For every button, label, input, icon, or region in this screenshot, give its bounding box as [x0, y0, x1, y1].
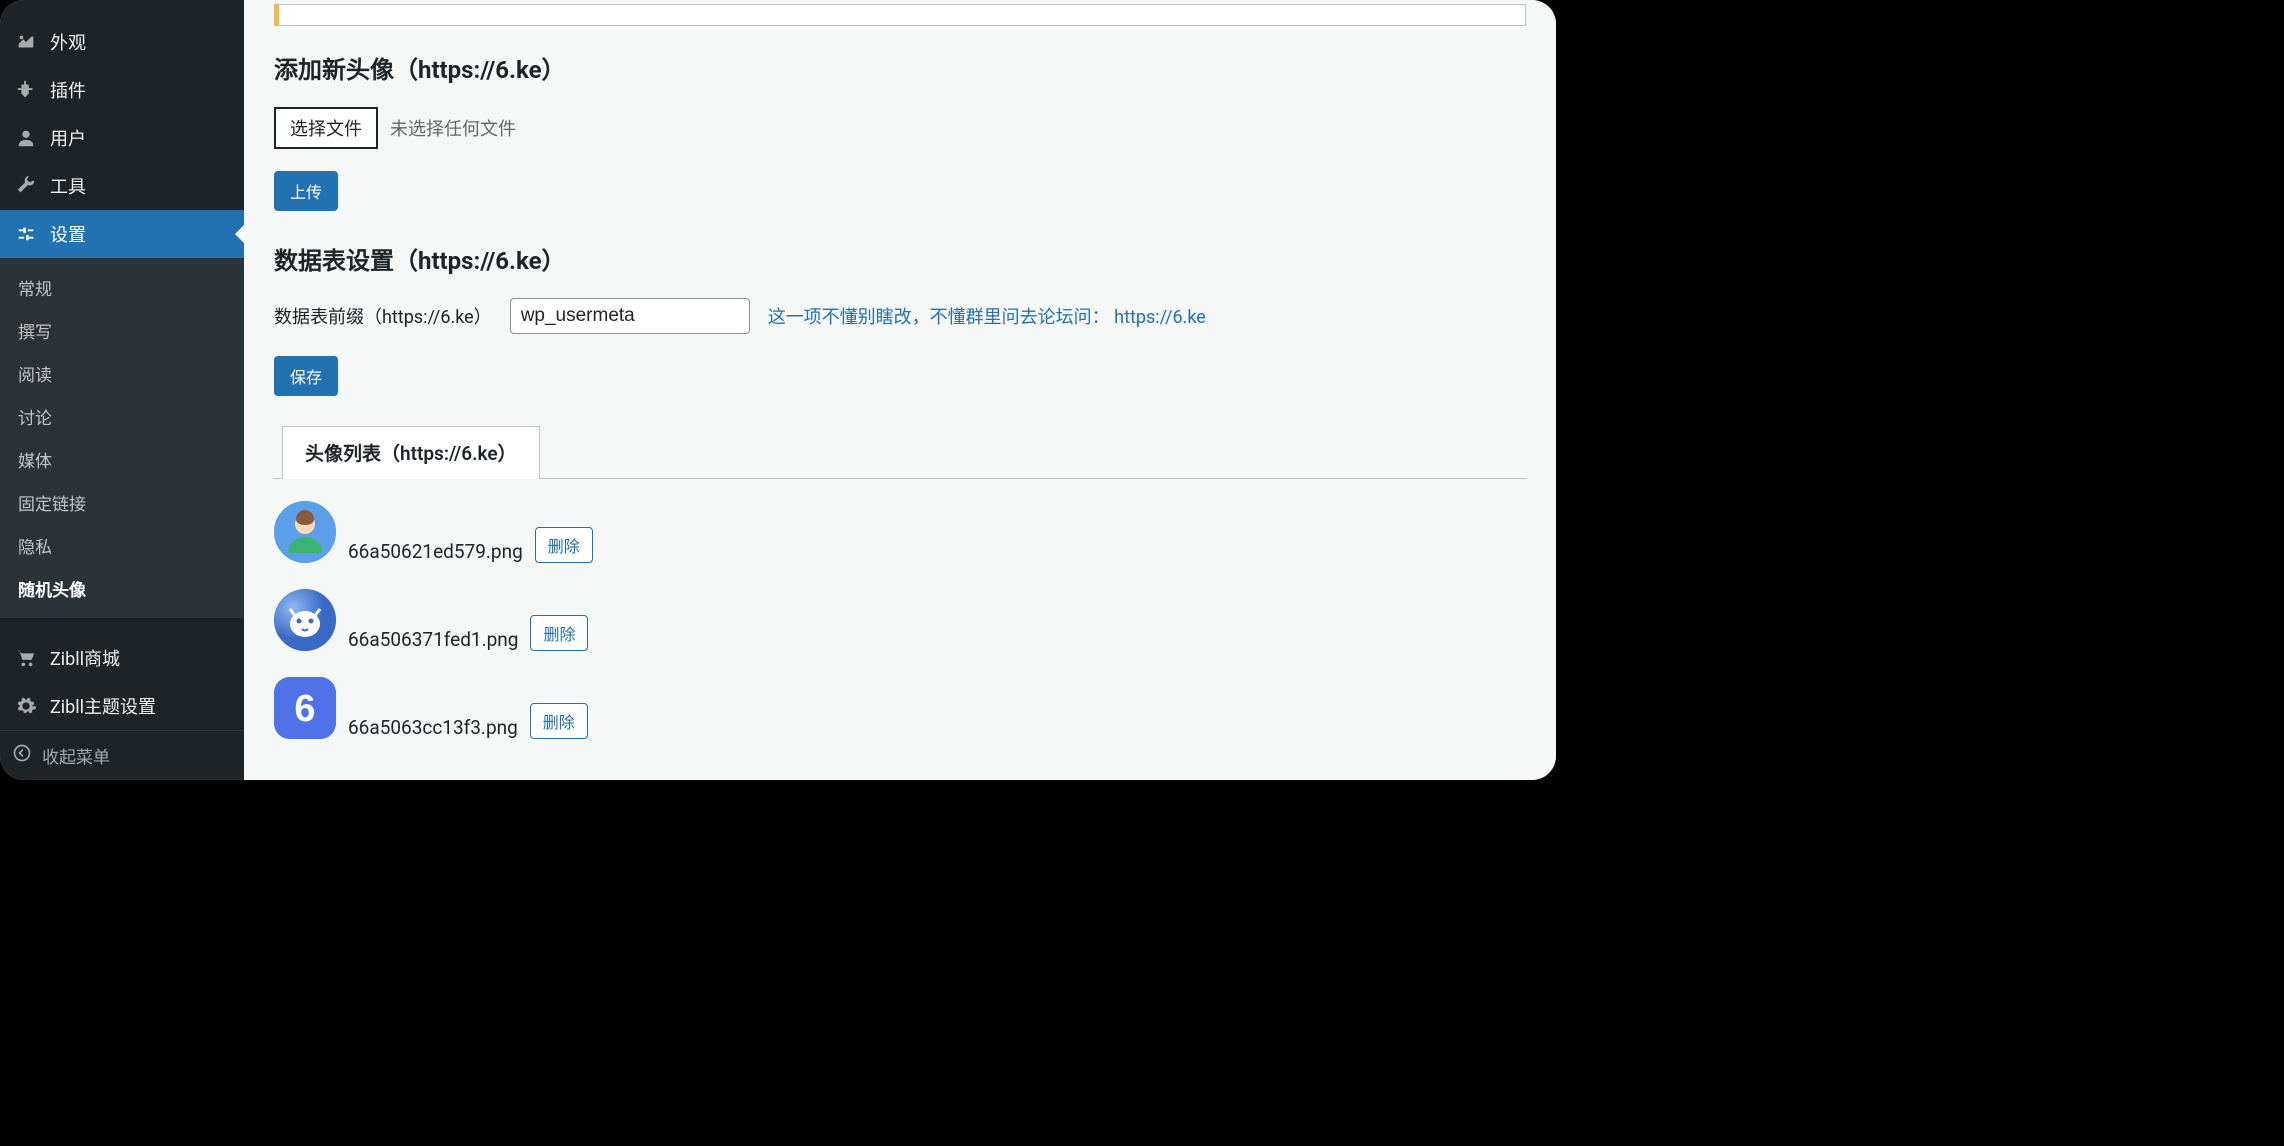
delete-button[interactable]: 删除	[535, 527, 593, 563]
app-frame: 外观 插件 用户 工具 设置 常规 撰写	[0, 0, 1556, 780]
table-prefix-input[interactable]	[510, 298, 750, 334]
avatar-filename: 66a50621ed579.png	[348, 540, 523, 563]
sidebar-label: 插件	[50, 77, 86, 103]
submenu-media[interactable]: 媒体	[0, 438, 244, 481]
submenu-reading[interactable]: 阅读	[0, 352, 244, 395]
sidebar-label: Zibll主题设置	[50, 693, 156, 719]
table-prefix-row: 数据表前缀（https://6.ke） 这一项不懂别瞎改，不懂群里问去论坛问： …	[274, 298, 1526, 334]
settings-submenu: 常规 撰写 阅读 讨论 媒体 固定链接 隐私 随机头像	[0, 258, 244, 618]
sidebar-label: 设置	[50, 221, 86, 247]
avatar-list: 66a50621ed579.png 删除 66a506371fed1.png 删…	[274, 501, 1526, 739]
admin-sidebar: 外观 插件 用户 工具 设置 常规 撰写	[0, 0, 244, 780]
notice-banner	[274, 4, 1526, 26]
sidebar-item-settings[interactable]: 设置	[0, 210, 244, 258]
sidebar-label: 工具	[50, 173, 86, 199]
choose-file-button[interactable]: 选择文件	[274, 107, 378, 149]
submenu-discussion[interactable]: 讨论	[0, 395, 244, 438]
submenu-privacy[interactable]: 隐私	[0, 524, 244, 567]
settings-icon	[12, 220, 40, 248]
upload-button[interactable]: 上传	[274, 171, 338, 211]
avatar-image	[274, 589, 336, 651]
sidebar-label: Zibll商城	[50, 645, 120, 671]
tab-bar: 头像列表（https://6.ke）	[274, 426, 1526, 479]
submenu-writing[interactable]: 撰写	[0, 309, 244, 352]
sidebar-label: 用户	[50, 125, 86, 151]
delete-button[interactable]: 删除	[530, 615, 588, 651]
cart-icon	[12, 644, 40, 672]
hint-text: 这一项不懂别瞎改，不懂群里问去论坛问：	[768, 307, 1110, 328]
plugins-icon	[12, 76, 40, 104]
upload-heading: 添加新头像（https://6.ke）	[274, 50, 1526, 85]
sidebar-label: 外观	[50, 29, 86, 55]
table-heading: 数据表设置（https://6.ke）	[274, 241, 1526, 276]
delete-button[interactable]: 删除	[530, 703, 588, 739]
collapse-menu[interactable]: 收起菜单	[0, 730, 244, 780]
svg-text:6: 6	[294, 688, 315, 730]
table-prefix-hint: 这一项不懂别瞎改，不懂群里问去论坛问： https://6.ke	[768, 303, 1206, 329]
main-content: 添加新头像（https://6.ke） 选择文件 未选择任何文件 上传 数据表设…	[244, 0, 1556, 780]
avatar-row: 6 66a5063cc13f3.png 删除	[274, 677, 1526, 739]
users-icon	[12, 124, 40, 152]
sidebar-item-zibll-theme[interactable]: Zibll主题设置	[0, 682, 244, 730]
sidebar-item-tools[interactable]: 工具	[0, 162, 244, 210]
submenu-permalink[interactable]: 固定链接	[0, 481, 244, 524]
tab-avatar-list[interactable]: 头像列表（https://6.ke）	[282, 426, 540, 479]
sidebar-item-users[interactable]: 用户	[0, 114, 244, 162]
submenu-general[interactable]: 常规	[0, 266, 244, 309]
avatar-row: 66a506371fed1.png 删除	[274, 589, 1526, 651]
collapse-icon	[12, 743, 32, 768]
table-prefix-label: 数据表前缀（https://6.ke）	[274, 303, 492, 329]
collapse-label: 收起菜单	[42, 743, 110, 768]
save-button[interactable]: 保存	[274, 356, 338, 396]
submenu-random-avatar[interactable]: 随机头像	[0, 567, 244, 610]
avatar-filename: 66a5063cc13f3.png	[348, 716, 518, 739]
tools-icon	[12, 172, 40, 200]
file-chooser-row: 选择文件 未选择任何文件	[274, 107, 1526, 149]
sidebar-item-zibll-shop[interactable]: Zibll商城	[0, 634, 244, 682]
avatar-image	[274, 501, 336, 563]
appearance-icon	[12, 28, 40, 56]
sidebar-item-plugins[interactable]: 插件	[0, 66, 244, 114]
avatar-row: 66a50621ed579.png 删除	[274, 501, 1526, 563]
avatar-filename: 66a506371fed1.png	[348, 628, 518, 651]
sidebar-bottom: Zibll商城 Zibll主题设置 收起菜单	[0, 634, 244, 780]
avatar-image: 6	[274, 677, 336, 739]
sidebar-item-appearance[interactable]: 外观	[0, 18, 244, 66]
hint-link[interactable]: https://6.ke	[1114, 307, 1206, 328]
file-status: 未选择任何文件	[390, 115, 516, 141]
gear-icon	[12, 692, 40, 720]
